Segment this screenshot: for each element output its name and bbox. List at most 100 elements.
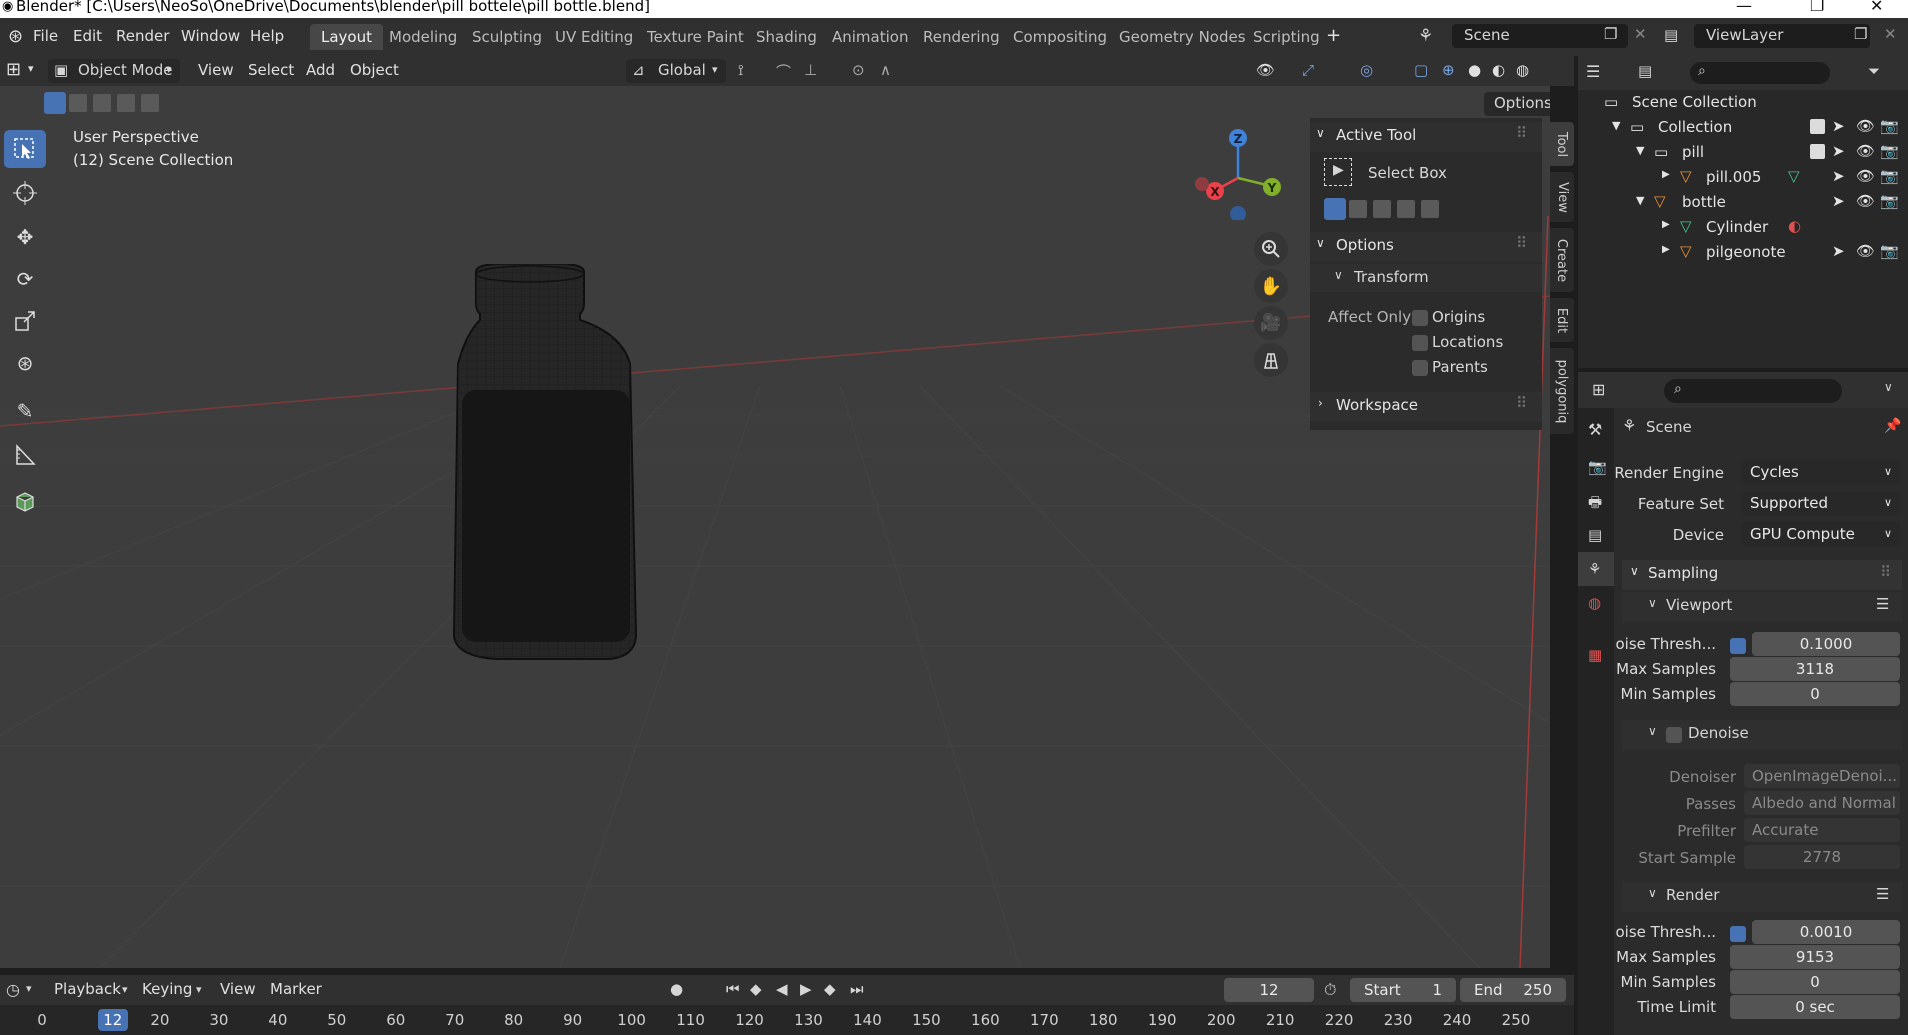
menu-help[interactable]: Help [250,27,284,45]
wireframe-shading-icon[interactable]: ⊕ [1442,61,1455,79]
select-intersect-icon[interactable] [1421,200,1439,218]
workspace-header[interactable]: › Workspace ⠿ [1310,392,1542,422]
options-header[interactable]: ∨ Options ⠿ [1310,232,1542,262]
chevron-right-icon[interactable]: ▶ [1662,244,1670,255]
start-sample-field[interactable]: 2778 [1744,845,1900,869]
current-frame-field[interactable]: 12 [1224,978,1314,1002]
outliner-row-collection[interactable]: ▼ ▭ Collection ➤ 👁 📷 [1578,115,1908,140]
sampling-section-header[interactable]: ∨ Sampling ⠿ [1622,560,1902,590]
remove-view-layer-icon[interactable]: ✕ [1884,25,1897,43]
timeline-ruler[interactable]: 0 12 20 30 40 50 60 70 80 90 100 110 120 130 140 150 160… [0,1005,1574,1035]
eye-icon[interactable]: 👁 [1856,192,1875,210]
tab-layout[interactable]: Layout [310,24,383,50]
minimize-icon[interactable]: — [1736,0,1752,14]
tab-compositing[interactable]: Compositing [1002,24,1118,50]
gizmo-icon[interactable]: ⤢ [1302,61,1314,79]
view-layer-selector[interactable]: ViewLayer [1694,24,1870,48]
eye-icon[interactable]: 👁 [1856,167,1875,185]
editor-type-icon[interactable]: ⊞ [6,59,21,80]
prev-keyframe-icon[interactable]: ◆ [750,980,762,998]
tab-rendering[interactable]: Rendering [912,24,1011,50]
navigation-gizmo[interactable]: Z Y X [1188,126,1282,220]
menu-window[interactable]: Window [181,27,240,45]
properties-editor-icon[interactable]: ⊞ [1592,380,1605,399]
tab-geometry-nodes[interactable]: Geometry Nodes [1108,24,1257,50]
viewport-noise-checkbox[interactable] [1730,638,1746,654]
xray-icon[interactable]: ▢ [1414,61,1428,79]
tab-uv-editing[interactable]: UV Editing [544,24,644,50]
drag-handle-icon[interactable]: ⠿ [1516,394,1527,412]
remove-scene-icon[interactable]: ✕ [1634,25,1647,43]
output-tab-icon[interactable]: 🖶 [1588,492,1602,517]
outliner-editor-icon[interactable]: ☰ [1586,62,1600,81]
play-icon[interactable]: ▶ [800,980,812,998]
snap-icon[interactable]: ⌒ [776,61,791,82]
scene-tab-icon[interactable]: ⚘ [1588,560,1601,578]
transform-subheader[interactable]: ∨ Transform [1310,264,1542,292]
chevron-down-icon[interactable]: ▼ [1612,119,1620,132]
eye-icon[interactable]: 👁 [1856,142,1875,160]
select-box-tool-icon[interactable] [4,130,46,168]
proportional-edit-icon[interactable]: ⊙ [852,61,865,79]
viewport-subpanel-header[interactable]: ∨ Viewport ☰ [1622,592,1902,622]
outliner-row-bottle[interactable]: ▼ ▽ bottle ➤ 👁 📷 [1578,190,1908,215]
tool-tab-icon[interactable]: ⚒ [1588,420,1602,439]
chevron-right-icon[interactable]: ▶ [1662,219,1670,230]
presets-list-icon[interactable]: ☰ [1876,595,1889,613]
pan-hand-icon[interactable]: ✋ [1254,269,1288,303]
render-camera-icon[interactable]: 📷 [1880,192,1899,210]
start-frame-field[interactable]: Start 1 [1350,978,1456,1002]
tab-modeling[interactable]: Modeling [378,24,468,50]
select-arrow-icon[interactable]: ➤ [1832,192,1845,210]
pin-icon[interactable]: 📌 [1884,418,1901,434]
display-mode-icon[interactable]: ▤ [1638,62,1652,80]
chevron-down-icon[interactable]: ▼ [1636,194,1644,207]
select-intersect-icon[interactable] [141,94,159,112]
menu-file[interactable]: File [33,27,58,45]
play-reverse-icon[interactable]: ◀ [776,980,788,998]
active-tool-header[interactable]: ∨ Active Tool ⠿ [1310,122,1542,152]
overlays-icon[interactable]: ◎ [1360,61,1373,79]
denoise-subpanel-header[interactable]: ∨ Denoise [1622,720,1902,750]
material-shading-icon[interactable]: ◐ [1492,61,1505,79]
viewport-max-field[interactable]: 3118 [1730,657,1900,681]
tab-shading[interactable]: Shading [745,24,828,50]
blender-menu-icon[interactable]: ⊛ [8,26,23,47]
tab-sculpting[interactable]: Sculpting [461,24,553,50]
drag-handle-icon[interactable]: ⠿ [1516,234,1527,252]
select-arrow-icon[interactable]: ➤ [1832,142,1845,160]
filter-icon[interactable]: ⏷ [1868,62,1880,80]
render-min-field[interactable]: 0 [1730,970,1900,994]
view-layer-tab-icon[interactable]: ▤ [1588,526,1602,544]
visibility-eye-icon[interactable]: 👁 [1256,61,1275,79]
select-extend-icon[interactable] [69,94,87,112]
select-new-icon[interactable] [44,92,66,114]
outliner-row-cylinder[interactable]: ▶ ▽ Cylinder ◐ [1578,215,1908,240]
menu-add[interactable]: Add [306,61,335,79]
view-layer-icon[interactable]: ▤ [1664,26,1678,44]
outliner-row-pill-005[interactable]: ▶ ▽ pill.005 ▽ ➤ 👁 📷 [1578,165,1908,190]
stopwatch-icon[interactable]: ⏱ [1324,980,1336,1000]
render-max-field[interactable]: 9153 [1730,945,1900,969]
prefilter-dropdown[interactable]: Accurate [1744,818,1900,842]
menu-view[interactable]: View [198,61,234,79]
viewport-min-field[interactable]: 0 [1730,682,1900,706]
jump-end-icon[interactable]: ⏭ [850,980,864,998]
new-view-layer-icon[interactable]: ❐ [1854,25,1867,43]
texture-tab-icon[interactable]: ▦ [1588,646,1602,664]
select-new-icon[interactable] [1324,198,1346,220]
menu-keying[interactable]: Keying [142,980,192,998]
falloff-icon[interactable]: ∧ [880,61,891,79]
select-invert-icon[interactable] [117,94,135,112]
select-arrow-icon[interactable]: ➤ [1832,117,1845,135]
render-tab-icon[interactable]: 📷 [1588,458,1607,476]
select-subtract-icon[interactable] [1373,200,1391,218]
drag-handle-icon[interactable]: ⠿ [1880,563,1891,581]
add-workspace-icon[interactable]: + [1326,25,1341,46]
cursor-tool-icon[interactable] [4,174,46,212]
chevron-right-icon[interactable]: ▶ [1662,169,1670,180]
exclude-checkbox[interactable] [1810,119,1825,134]
eye-icon[interactable]: 👁 [1856,242,1875,260]
properties-search-input[interactable]: ⌕ [1664,379,1842,403]
render-noise-checkbox[interactable] [1730,926,1746,942]
